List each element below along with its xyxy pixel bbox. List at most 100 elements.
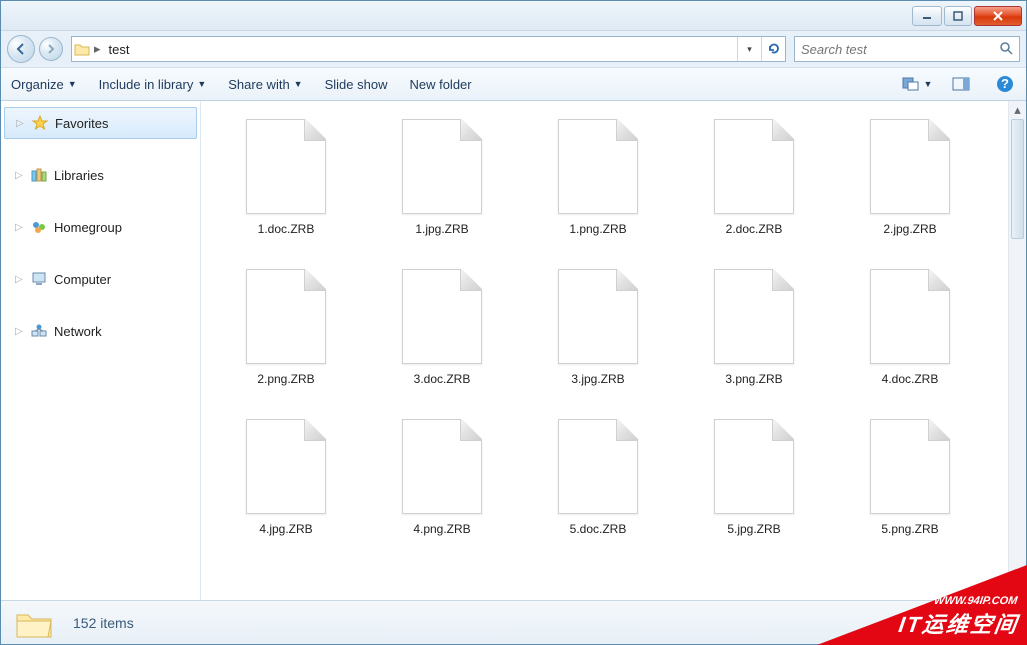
organize-menu[interactable]: Organize ▼ (11, 77, 77, 92)
file-icon (558, 119, 638, 214)
explorer-window: ▸ test ▾ Organize▼ Include in library▼ S… (0, 0, 1027, 645)
file-name-label: 2.png.ZRB (257, 372, 314, 386)
slideshow-button[interactable]: Slide show (325, 77, 388, 92)
chevron-down-icon: ▼ (294, 79, 303, 89)
sidebar-item-homegroup[interactable]: ▷ Homegroup (1, 211, 200, 243)
chevron-down-icon: ▾ (747, 44, 752, 55)
scroll-down-button[interactable]: ▾ (1009, 582, 1026, 600)
file-icon (714, 119, 794, 214)
star-icon (31, 114, 49, 132)
content-area: 1.doc.ZRB 1.jpg.ZRB 1.png.ZRB 2.doc.ZRB 2.jp… (201, 101, 1026, 600)
folder-icon (72, 42, 92, 56)
file-item[interactable]: 3.png.ZRB (679, 265, 829, 415)
file-item[interactable]: 5.png.ZRB (835, 415, 985, 565)
chevron-down-icon: ▼ (68, 79, 77, 89)
label: Include in library (99, 77, 194, 92)
new-folder-button[interactable]: New folder (409, 77, 471, 92)
help-button[interactable]: ? (994, 73, 1016, 95)
computer-icon (30, 270, 48, 288)
sidebar-item-favorites[interactable]: ▷ Favorites (4, 107, 197, 139)
file-name-label: 5.doc.ZRB (570, 522, 627, 536)
view-options-button[interactable]: ▼ (906, 73, 928, 95)
file-icon (870, 119, 950, 214)
navigation-row: ▸ test ▾ (1, 31, 1026, 67)
scroll-thumb[interactable] (1011, 119, 1024, 239)
sidebar-item-label: Favorites (55, 116, 108, 131)
refresh-button[interactable] (761, 37, 785, 61)
scroll-up-button[interactable]: ▴ (1009, 101, 1026, 119)
sidebar-item-network[interactable]: ▷ Network (1, 315, 200, 347)
file-name-label: 4.doc.ZRB (882, 372, 939, 386)
address-dropdown-button[interactable]: ▾ (737, 37, 761, 61)
file-item[interactable]: 2.jpg.ZRB (835, 115, 985, 265)
file-item[interactable]: 1.doc.ZRB (211, 115, 361, 265)
file-item[interactable]: 1.png.ZRB (523, 115, 673, 265)
file-item[interactable]: 3.doc.ZRB (367, 265, 517, 415)
file-name-label: 2.jpg.ZRB (883, 222, 936, 236)
back-button[interactable] (7, 35, 35, 63)
breadcrumb-folder[interactable]: test (103, 37, 136, 61)
file-item[interactable]: 4.jpg.ZRB (211, 415, 361, 565)
sidebar-item-label: Network (54, 324, 102, 339)
file-name-label: 1.png.ZRB (569, 222, 626, 236)
address-bar[interactable]: ▸ test ▾ (71, 36, 786, 62)
expand-icon[interactable]: ▷ (15, 222, 24, 233)
file-icon (558, 419, 638, 514)
expand-icon[interactable]: ▷ (16, 118, 25, 129)
share-with-menu[interactable]: Share with ▼ (228, 77, 302, 92)
file-icon (246, 419, 326, 514)
file-item[interactable]: 4.doc.ZRB (835, 265, 985, 415)
include-in-library-menu[interactable]: Include in library▼ (99, 77, 207, 92)
file-grid[interactable]: 1.doc.ZRB 1.jpg.ZRB 1.png.ZRB 2.doc.ZRB 2.jp… (201, 101, 1008, 600)
label: Share with (228, 77, 289, 92)
status-bar: 152 items (1, 600, 1026, 644)
file-name-label: 1.jpg.ZRB (415, 222, 468, 236)
file-name-label: 3.doc.ZRB (414, 372, 471, 386)
sidebar-item-label: Computer (54, 272, 111, 287)
vertical-scrollbar[interactable]: ▴ ▾ (1008, 101, 1026, 600)
expand-icon[interactable]: ▷ (15, 274, 24, 285)
file-item[interactable]: 2.png.ZRB (211, 265, 361, 415)
file-item[interactable]: 5.jpg.ZRB (679, 415, 829, 565)
search-box[interactable] (794, 36, 1020, 62)
label: Organize (11, 77, 64, 92)
svg-text:?: ? (1001, 76, 1009, 91)
expand-icon[interactable]: ▷ (15, 326, 24, 337)
libraries-icon (30, 166, 48, 184)
file-icon (870, 419, 950, 514)
sidebar-item-computer[interactable]: ▷ Computer (1, 263, 200, 295)
body: ▷ Favorites ▷ Libraries ▷ Homegroup ▷ Co… (1, 101, 1026, 600)
file-icon (402, 119, 482, 214)
file-name-label: 1.doc.ZRB (258, 222, 315, 236)
sidebar-item-label: Libraries (54, 168, 104, 183)
maximize-button[interactable] (944, 6, 972, 26)
file-icon (402, 269, 482, 364)
file-item[interactable]: 4.png.ZRB (367, 415, 517, 565)
file-icon (714, 419, 794, 514)
file-name-label: 5.png.ZRB (881, 522, 938, 536)
chevron-down-icon: ▼ (197, 79, 206, 89)
file-name-label: 4.png.ZRB (413, 522, 470, 536)
file-item[interactable]: 3.jpg.ZRB (523, 265, 673, 415)
navigation-pane[interactable]: ▷ Favorites ▷ Libraries ▷ Homegroup ▷ Co… (1, 101, 201, 600)
sidebar-item-label: Homegroup (54, 220, 122, 235)
minimize-button[interactable] (912, 6, 942, 26)
file-item[interactable]: 5.doc.ZRB (523, 415, 673, 565)
file-icon (246, 269, 326, 364)
sidebar-item-libraries[interactable]: ▷ Libraries (1, 159, 200, 191)
item-count-label: 152 items (73, 615, 134, 631)
preview-pane-button[interactable] (950, 73, 972, 95)
file-name-label: 3.png.ZRB (725, 372, 782, 386)
titlebar (1, 1, 1026, 31)
file-icon (246, 119, 326, 214)
file-icon (870, 269, 950, 364)
search-input[interactable] (801, 42, 999, 57)
network-icon (30, 322, 48, 340)
file-item[interactable]: 2.doc.ZRB (679, 115, 829, 265)
forward-button[interactable] (39, 37, 63, 61)
scroll-track[interactable] (1009, 119, 1026, 582)
file-item[interactable]: 1.jpg.ZRB (367, 115, 517, 265)
expand-icon[interactable]: ▷ (15, 170, 24, 181)
label: Slide show (325, 77, 388, 92)
close-button[interactable] (974, 6, 1022, 26)
